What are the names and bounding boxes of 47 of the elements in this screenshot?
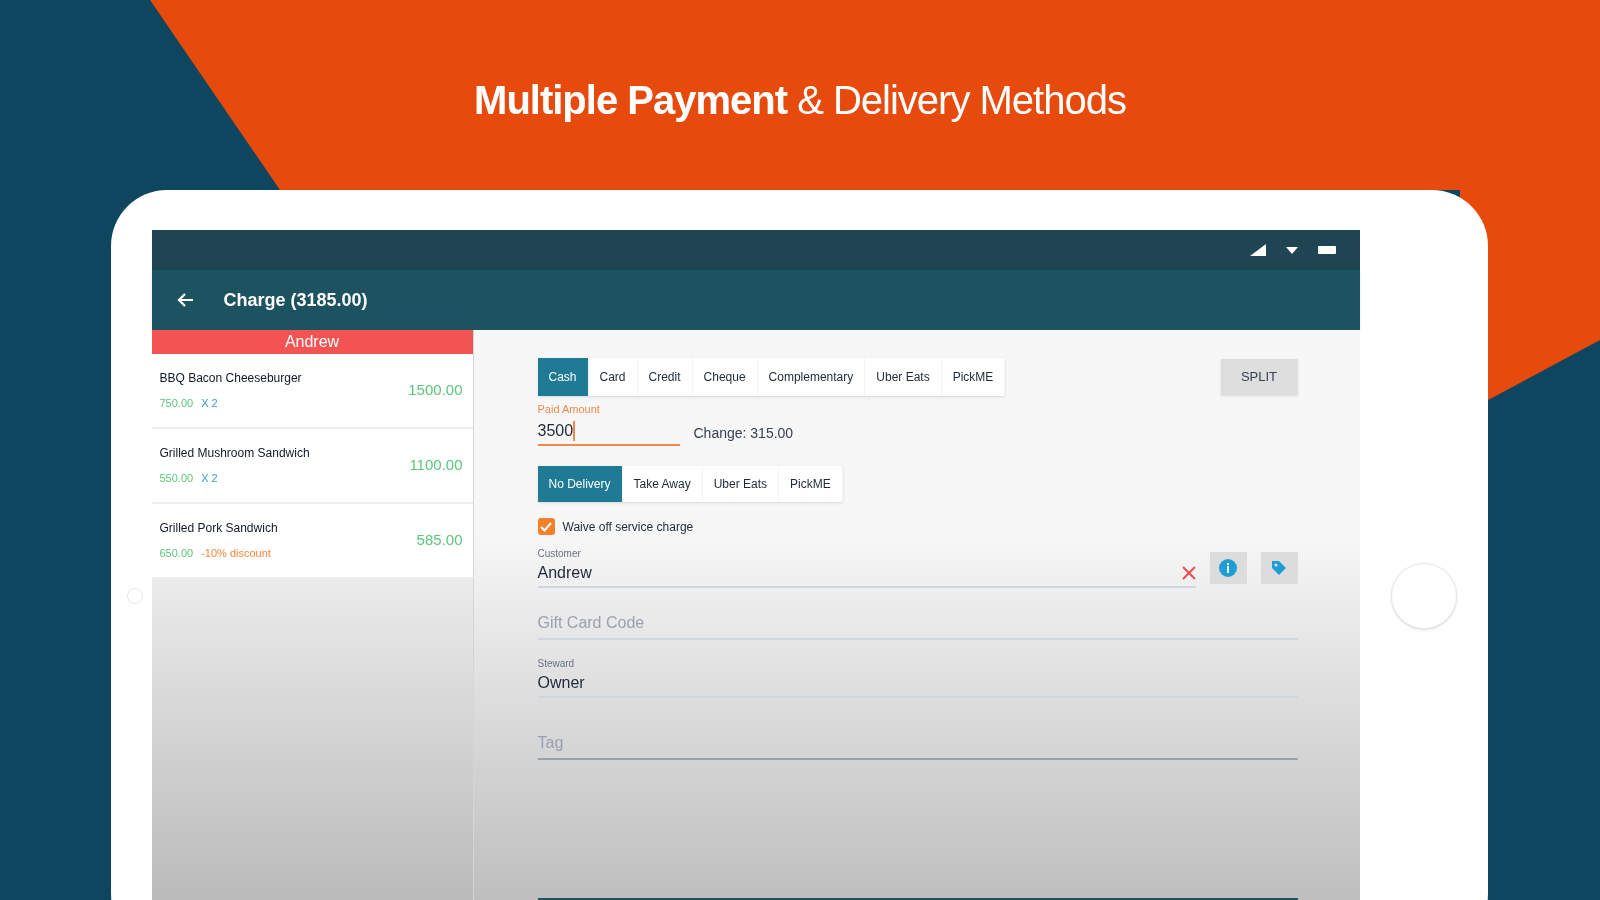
tab[interactable]: Uber Eats [702,465,780,502]
tab[interactable]: Cash [537,358,589,396]
split-button[interactable]: SPLIT [1220,359,1298,395]
signal-icon [1249,244,1266,256]
checkbox-label: Waive off service charge [562,518,694,536]
tab[interactable]: Take Away [622,465,703,502]
clear-icon[interactable] [1181,565,1196,580]
tab[interactable]: Complementary [757,358,866,396]
paid-amount-field[interactable]: 3500 [537,417,680,446]
tab[interactable]: No Delivery [537,465,623,502]
tab[interactable]: Credit [637,358,693,396]
tab[interactable]: PickME [779,465,843,502]
order-item[interactable]: Grilled Pork Sandwich 650.00 -10% discount 585.00 [151,504,473,577]
item-name: BBQ Bacon Cheeseburger [159,370,302,388]
tag-button[interactable] [1260,551,1298,584]
text-cursor [573,420,576,441]
tab[interactable]: Uber Eats [865,358,942,396]
headline: Multiple Payment & Delivery Methods [474,77,1126,124]
quantity-text: X 2 [201,471,218,487]
change-text: Change: 315.00 [693,423,794,443]
item-total: 1500.00 [408,380,463,401]
order-customer: Andrew [151,330,473,354]
tab[interactable]: PickME [941,358,1006,396]
unit-price: 750.00 [159,396,194,412]
tag-icon [1270,558,1288,577]
unit-price: 550.00 [159,471,194,487]
discount-text: -10% discount [201,546,271,562]
back-arrow-icon[interactable] [175,292,194,308]
checkbox[interactable] [537,518,555,535]
item-total: 585.00 [416,530,463,551]
order-item[interactable]: Grilled Mushroom Sandwich 550.00 X 2 1100.00 [151,429,473,502]
battery-icon [1317,246,1336,254]
info-button[interactable] [1209,551,1247,584]
unit-price: 650.00 [159,546,194,562]
tab[interactable]: Card [588,358,638,396]
tab[interactable]: Cheque [692,358,758,396]
item-total: 1100.00 [409,455,463,476]
order-item[interactable]: BBQ Bacon Cheeseburger 750.00 X 2 1500.00 [151,354,473,427]
quantity-text: X 2 [201,396,218,412]
wifi-icon [1285,245,1298,255]
field-label: Paid Amount [537,402,601,417]
customer-field[interactable]: Customer Andrew [537,545,1196,588]
steward-field[interactable]: Steward Owner [537,655,1298,698]
screen-title: Charge (3185.00) [223,288,368,312]
item-name: Grilled Pork Sandwich [159,520,278,538]
item-name: Grilled Mushroom Sandwich [159,445,310,463]
info-icon [1219,558,1237,577]
